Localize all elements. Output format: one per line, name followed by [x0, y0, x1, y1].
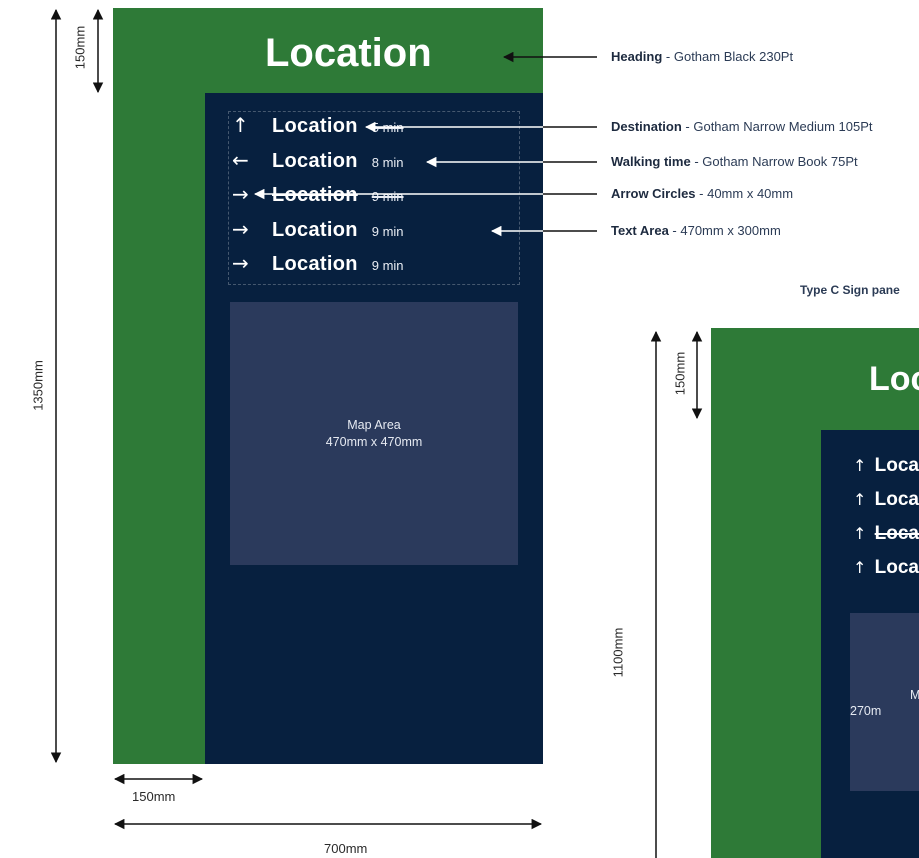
direction-row: ↑ Loca — [853, 523, 919, 557]
dim-label-c-heading-height: 150mm — [672, 351, 688, 396]
sign-c-direction-list: ↑ Loca ↑ Loca ↑ Loca ↑ Loca — [853, 455, 919, 591]
sign-c-map-area: M 270m — [850, 613, 919, 791]
spec-destination-detail: - Gotham Narrow Medium 105Pt — [681, 119, 873, 134]
arrow-up-icon: ↑ — [853, 490, 867, 509]
destination-label: Loca — [874, 489, 919, 510]
arrow-up-icon: ↑ — [853, 558, 867, 577]
spec-walking-time-detail: - Gotham Narrow Book 75Pt — [690, 154, 858, 169]
spec-heading-label: Heading — [611, 49, 663, 64]
destination-label: Loca — [874, 455, 919, 476]
spec-walking-time: Walking time - Gotham Narrow Book 75Pt — [611, 154, 858, 169]
spec-arrow-circles-label: Arrow Circles — [611, 186, 696, 201]
direction-row: ↑ Loca — [853, 455, 919, 489]
dim-label-total-width: 700mm — [324, 841, 368, 856]
direction-row: ↑ Loca — [853, 557, 919, 591]
spec-heading: Heading - Gotham Black 230Pt — [611, 49, 793, 64]
dim-label-height-total: 1350mm — [30, 360, 46, 411]
direction-row: ↑ Loca — [853, 489, 919, 523]
destination-label: Loca — [874, 557, 919, 578]
spec-heading-detail: - Gotham Black 230Pt — [662, 49, 794, 64]
dim-label-heading-height: 150mm — [72, 25, 88, 70]
spec-arrow-circles-detail: - 40mm x 40mm — [695, 186, 794, 201]
spec-destination-label: Destination — [611, 119, 682, 134]
arrow-up-icon: ↑ — [853, 456, 867, 475]
arrow-up-icon: ↑ — [853, 524, 867, 543]
spec-text-area-detail: - 470mm x 300mm — [668, 223, 781, 238]
spec-arrow-circles: Arrow Circles - 40mm x 40mm — [611, 186, 793, 201]
destination-label: Loca — [874, 523, 919, 544]
spec-walking-time-label: Walking time — [611, 154, 691, 169]
spec-text-area: Text Area - 470mm x 300mm — [611, 223, 781, 238]
spec-text-area-label: Text Area — [611, 223, 669, 238]
map-area-title: M — [910, 688, 919, 702]
dim-label-side-width: 150mm — [132, 789, 176, 804]
sign-c-caption: Type C Sign pane — [800, 283, 900, 297]
dim-label-c-height-total: 1100mm — [610, 627, 626, 678]
sign-c-heading: Loc — [869, 360, 919, 398]
map-area-size: 270m — [850, 704, 882, 719]
spec-destination: Destination - Gotham Narrow Medium 105Pt — [611, 119, 873, 134]
